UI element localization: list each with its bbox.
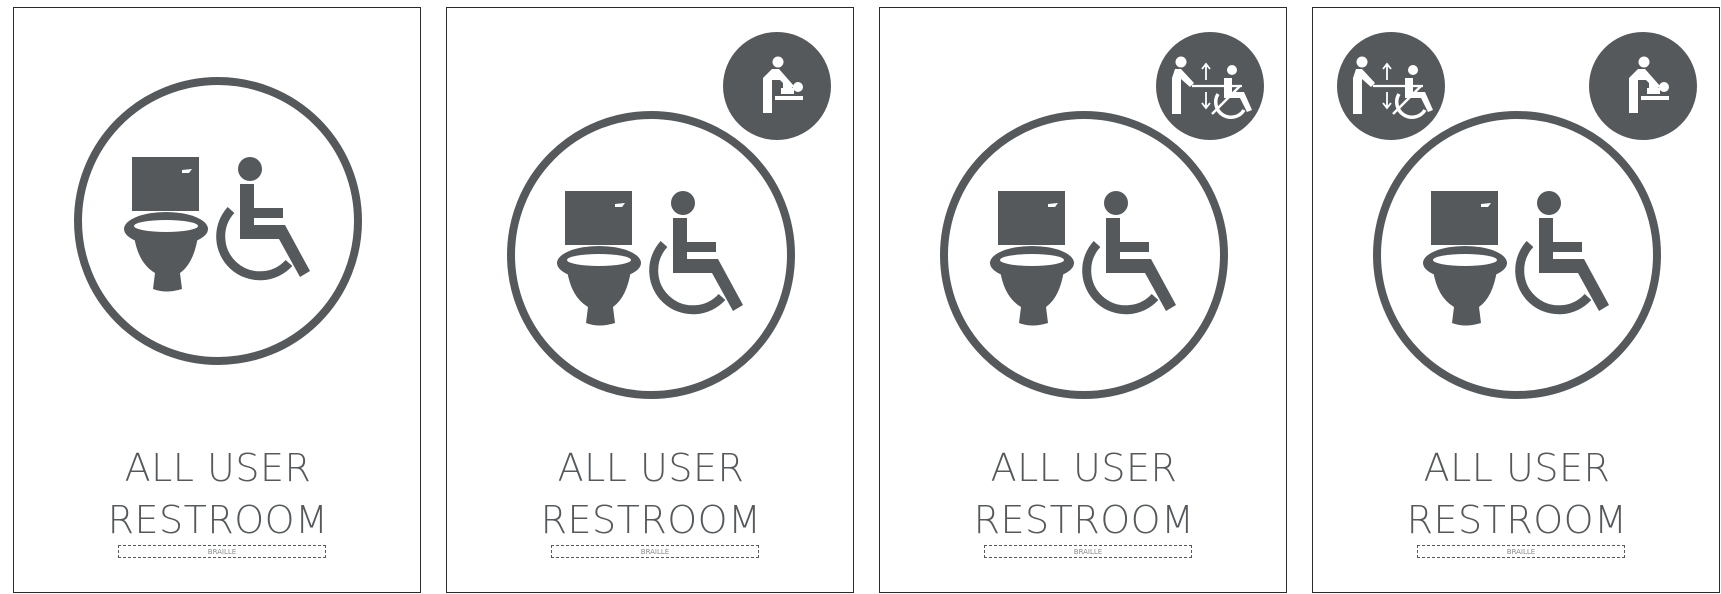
pictogram-ring [74,77,362,365]
sign-title-line-2: RESTROOM [107,498,329,542]
sign-title-line-1: ALL USER [1423,446,1611,490]
restroom-sign-2: ALL USER RESTROOM BRAILLE [446,7,854,593]
braille-label: BRAILLE [207,548,237,556]
sign-title-line-1: ALL USER [557,446,745,490]
sign-title-line-1: ALL USER [124,446,312,490]
adult-changing-table-icon [1337,32,1445,140]
adult-changing-table-icon [1156,32,1264,140]
pictogram-ring [507,111,795,399]
braille-placeholder: BRAILLE [551,545,759,558]
pictogram-ring [940,111,1228,399]
sign-title-line-2: RESTROOM [1406,498,1628,542]
toilet-wheelchair-icon [990,191,1176,326]
restroom-sign-4: ALL USER RESTROOM BRAILLE [1312,7,1720,593]
restroom-sign-3: ALL USER RESTROOM BRAILLE [879,7,1287,593]
baby-changing-icon [1589,32,1697,140]
restroom-sign-1: ALL USER RESTROOM BRAILLE [13,7,421,593]
baby-changing-icon [723,32,831,140]
toilet-wheelchair-icon [557,191,743,326]
sign-title-line-2: RESTROOM [973,498,1195,542]
braille-placeholder: BRAILLE [1417,545,1625,558]
pictogram-ring [1373,111,1661,399]
braille-label: BRAILLE [1073,548,1103,556]
braille-placeholder: BRAILLE [984,545,1192,558]
braille-label: BRAILLE [1506,548,1536,556]
braille-label: BRAILLE [640,548,670,556]
sign-title-line-2: RESTROOM [540,498,762,542]
toilet-wheelchair-icon [124,157,310,292]
sign-title-line-1: ALL USER [990,446,1178,490]
toilet-wheelchair-icon [1423,191,1609,326]
braille-placeholder: BRAILLE [118,545,326,558]
